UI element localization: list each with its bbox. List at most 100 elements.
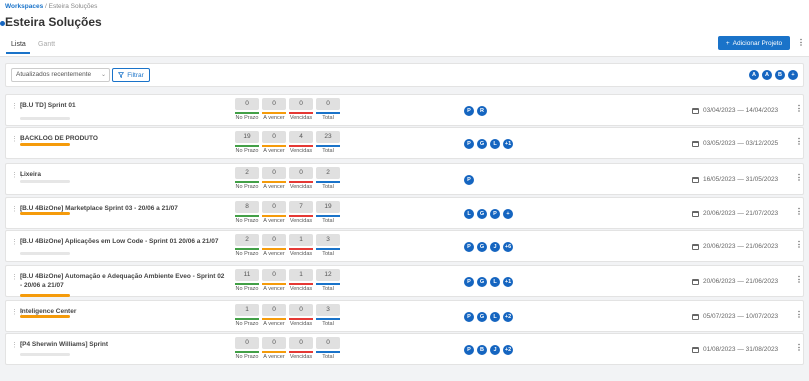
sort-select[interactable]: Atualizados recentemente ⌄ <box>11 68 110 82</box>
stat-vencidas: 0 Vencidas <box>289 337 313 360</box>
project-name[interactable]: [B.U 4BizOne] Automação e Adequação Ambi… <box>20 273 225 290</box>
project-progress-bar <box>20 315 70 318</box>
stat-color-line <box>235 248 259 250</box>
stat-total: 3 Total <box>316 304 340 327</box>
page-title: Esteira Soluções <box>5 15 102 29</box>
stat-count: 0 <box>289 337 313 349</box>
avatar[interactable]: +6 <box>502 241 514 253</box>
row-more-options-icon[interactable]: ⋮ <box>795 240 803 249</box>
stat-color-line <box>262 215 286 217</box>
avatar[interactable]: +2 <box>502 311 514 323</box>
project-row[interactable]: ⋮⋮ [B.U 4BizOne] Automação e Adequação Am… <box>5 265 804 297</box>
stat-label: Total <box>322 251 334 257</box>
row-more-options-icon[interactable]: ⋮ <box>795 137 803 146</box>
project-row[interactable]: ⋮⋮ [B.U 4BizOne] Aplicações em Low Code -… <box>5 230 804 262</box>
row-more-options-icon[interactable]: ⋮ <box>795 207 803 216</box>
avatar[interactable]: P <box>463 344 475 356</box>
stat-total: 2 Total <box>316 167 340 190</box>
avatar[interactable]: G <box>476 241 488 253</box>
stat-label: Total <box>322 354 334 360</box>
avatar[interactable]: A <box>748 69 760 81</box>
plus-icon: + <box>725 39 730 47</box>
project-team: P G J +6 <box>463 241 514 253</box>
filter-button[interactable]: Filtrar <box>112 68 150 82</box>
project-team: L G P + <box>463 208 514 220</box>
avatar[interactable]: L <box>463 208 475 220</box>
avatar[interactable]: J <box>489 344 501 356</box>
stat-color-line <box>235 351 259 353</box>
avatar[interactable]: G <box>476 208 488 220</box>
row-more-options-icon[interactable]: ⋮ <box>795 275 803 284</box>
project-team: P B J +2 <box>463 344 514 356</box>
tab-lista[interactable]: Lista <box>11 41 26 48</box>
avatar[interactable]: J <box>489 241 501 253</box>
avatar[interactable]: P <box>489 208 501 220</box>
avatar[interactable]: P <box>463 241 475 253</box>
header-more-options-icon[interactable]: ⋮ <box>797 38 805 47</box>
project-row[interactable]: ⋮⋮ [B.U 4BizOne] Marketplace Sprint 03 - … <box>5 197 804 229</box>
project-row[interactable]: ⋮⋮ [P4 Sherwin Williams] Sprint 0 No Prazo 0… <box>5 333 804 365</box>
project-name[interactable]: Lixeira <box>20 171 225 180</box>
avatar[interactable]: L <box>489 276 501 288</box>
avatar[interactable]: L <box>489 138 501 150</box>
stat-count: 2 <box>235 234 259 246</box>
avatar[interactable]: +1 <box>502 138 514 150</box>
avatar[interactable]: +1 <box>502 276 514 288</box>
avatar[interactable]: G <box>476 138 488 150</box>
stat-count: 1 <box>289 269 313 281</box>
project-row[interactable]: ⋮⋮ [B.U TD] Sprint 01 0 No Prazo 0 A vencer 0 V… <box>5 94 804 126</box>
avatar[interactable]: A <box>761 69 773 81</box>
project-progress-bar <box>20 353 70 356</box>
project-date-range: 20/06/2023 — 21/06/2023 <box>692 278 778 285</box>
project-row[interactable]: ⋮⋮ BACKLOG DE PRODUTO 19 No Prazo 0 A vencer 4… <box>5 127 804 159</box>
stat-color-line <box>262 248 286 250</box>
stat-vencidas: 0 Vencidas <box>289 167 313 190</box>
stat-count: 8 <box>235 201 259 213</box>
project-name[interactable]: [B.U 4BizOne] Aplicações em Low Code - S… <box>20 238 225 247</box>
stat-count: 0 <box>262 201 286 213</box>
add-project-button[interactable]: + Adicionar Projeto <box>718 36 790 50</box>
stat-color-line <box>289 112 313 114</box>
tab-gantt[interactable]: Gantt <box>38 41 55 48</box>
project-progress-bar <box>20 117 70 120</box>
row-more-options-icon[interactable]: ⋮ <box>795 173 803 182</box>
stat-a-vencer: 0 A vencer <box>262 337 286 360</box>
stat-color-line <box>316 283 340 285</box>
row-more-options-icon[interactable]: ⋮ <box>795 104 803 113</box>
stat-count: 0 <box>289 304 313 316</box>
breadcrumb-workspaces-link[interactable]: Workspaces <box>5 3 43 10</box>
avatar[interactable]: P <box>463 276 475 288</box>
avatar[interactable]: L <box>489 311 501 323</box>
date-range-text: 03/04/2023 — 14/04/2023 <box>703 107 779 114</box>
date-range-text: 20/06/2023 — 21/06/2023 <box>703 278 779 285</box>
avatar[interactable]: P <box>463 138 475 150</box>
avatar[interactable]: +2 <box>502 344 514 356</box>
avatar[interactable]: B <box>476 344 488 356</box>
stat-total: 23 Total <box>316 131 340 154</box>
row-more-options-icon[interactable]: ⋮ <box>795 310 803 319</box>
calendar-icon <box>692 107 699 114</box>
avatar[interactable]: R <box>476 105 488 117</box>
avatar[interactable]: P <box>463 311 475 323</box>
calendar-icon <box>692 313 699 320</box>
stat-a-vencer: 0 A vencer <box>262 269 286 292</box>
project-date-range: 03/05/2023 — 03/12/2025 <box>692 140 778 147</box>
stat-color-line <box>235 145 259 147</box>
row-more-options-icon[interactable]: ⋮ <box>795 343 803 352</box>
project-name[interactable]: [P4 Sherwin Williams] Sprint <box>20 341 225 350</box>
avatar[interactable]: + <box>502 208 514 220</box>
date-range-text: 03/05/2023 — 03/12/2025 <box>703 140 779 147</box>
project-row[interactable]: ⋮⋮ Lixeira 2 No Prazo 0 A vencer 0 Vencidas 2 Tot… <box>5 163 804 195</box>
project-date-range: 20/06/2023 — 21/07/2023 <box>692 210 778 217</box>
project-team: P G L +2 <box>463 311 514 323</box>
avatar[interactable]: P <box>463 174 475 186</box>
project-name[interactable]: [B.U TD] Sprint 01 <box>20 102 225 111</box>
avatar[interactable]: G <box>476 311 488 323</box>
avatar[interactable]: B <box>774 69 786 81</box>
stat-color-line <box>316 318 340 320</box>
avatar[interactable]: P <box>463 105 475 117</box>
calendar-icon <box>692 140 699 147</box>
add-member-button[interactable]: + <box>787 69 799 81</box>
project-row[interactable]: ⋮⋮ Inteligence Center 1 No Prazo 0 A vencer 0 V… <box>5 300 804 332</box>
avatar[interactable]: G <box>476 276 488 288</box>
